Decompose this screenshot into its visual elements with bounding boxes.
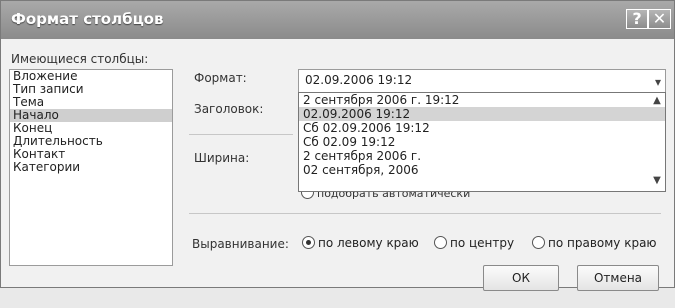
format-select[interactable]: 02.09.2006 19:12 ▾ — [298, 69, 666, 93]
align-right-option[interactable]: по правому краю — [532, 236, 657, 250]
cancel-button[interactable]: Отмена — [577, 265, 659, 291]
scroll-up-icon[interactable]: ▲ — [651, 95, 663, 107]
available-columns-list[interactable]: Вложение Тип записи Тема Начало Конец Дл… — [9, 69, 173, 266]
close-button[interactable]: ✕ — [648, 9, 671, 29]
radio-align-left[interactable] — [302, 236, 315, 249]
ok-button[interactable]: ОК — [483, 265, 559, 291]
radio-align-center[interactable] — [434, 236, 447, 249]
divider — [189, 213, 661, 214]
format-columns-dialog: Формат столбцов ? ✕ Имеющиеся столбцы: В… — [0, 0, 675, 291]
help-button[interactable]: ? — [626, 9, 648, 29]
width-label: Ширина: — [194, 151, 250, 165]
dialog-title: Формат столбцов — [11, 10, 164, 28]
available-columns-label: Имеющиеся столбцы: — [11, 52, 149, 66]
format-option[interactable]: 2 сентября 2006 г. — [299, 149, 665, 163]
divider — [189, 134, 293, 135]
dropdown-scrollbar[interactable]: ▲ ▼ — [651, 95, 663, 187]
column-item[interactable]: Категории — [10, 161, 172, 174]
alignment-label: Выравнивание: — [192, 237, 289, 251]
title-bar: Формат столбцов ? ✕ — [1, 1, 674, 39]
radio-align-right[interactable] — [532, 236, 545, 249]
scroll-down-icon[interactable]: ▼ — [651, 175, 663, 187]
format-dropdown-list[interactable]: 2 сентября 2006 г. 19:12 02.09.2006 19:1… — [298, 92, 666, 192]
header-label: Заголовок: — [194, 102, 264, 116]
chevron-down-icon[interactable]: ▾ — [655, 75, 661, 89]
format-label: Формат: — [194, 71, 247, 85]
format-option[interactable]: Сб 02.09.2006 19:12 — [299, 121, 665, 135]
format-selected-value: 02.09.2006 19:12 — [305, 73, 413, 87]
align-center-option[interactable]: по центру — [434, 236, 514, 250]
format-option[interactable]: 02 сентября, 2006 — [299, 163, 665, 177]
format-option[interactable]: 2 сентября 2006 г. 19:12 — [299, 93, 665, 107]
align-left-option[interactable]: по левому краю — [302, 236, 419, 250]
format-option-selected[interactable]: 02.09.2006 19:12 — [299, 107, 665, 121]
format-option[interactable]: Сб 02.09 19:12 — [299, 135, 665, 149]
